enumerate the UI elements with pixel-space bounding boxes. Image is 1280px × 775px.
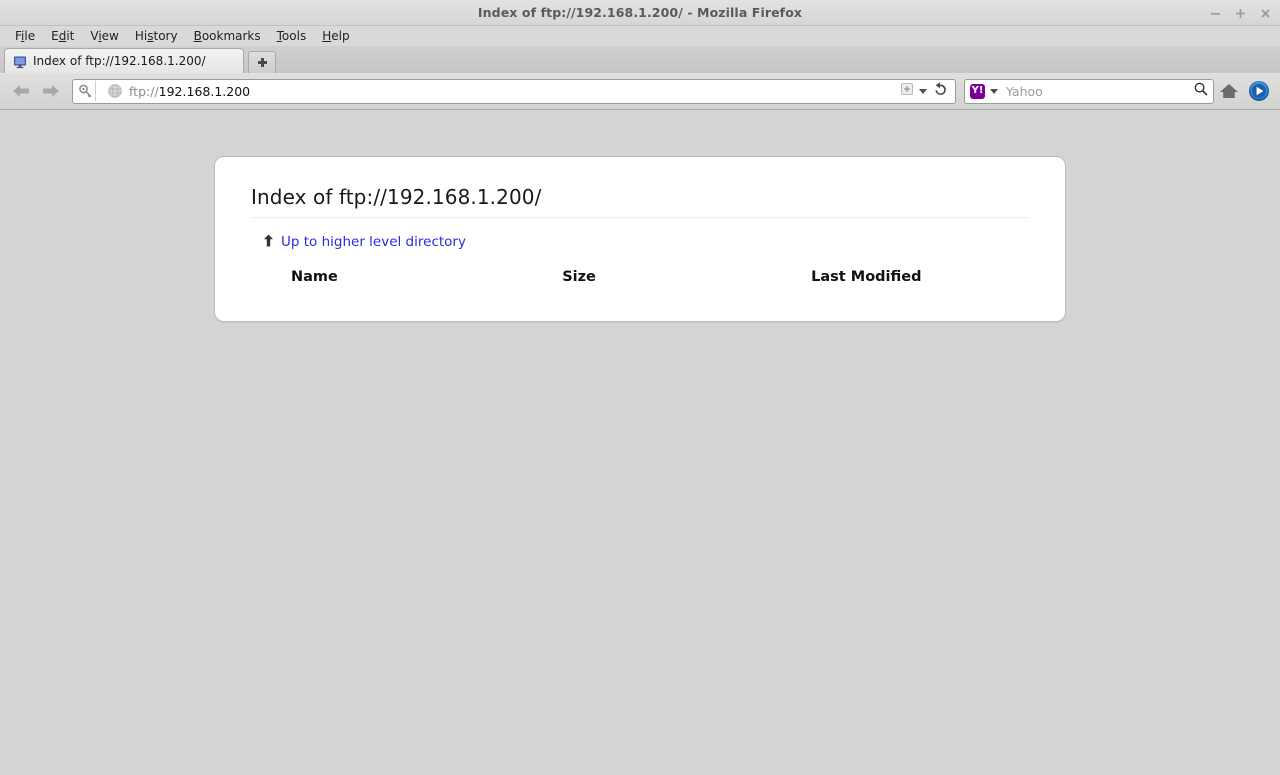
forward-arrow-icon: [43, 85, 59, 97]
magnifier-icon[interactable]: [1193, 81, 1209, 101]
new-tab-button[interactable]: [248, 51, 276, 73]
go-button[interactable]: [1244, 77, 1274, 105]
menu-label-help: Help: [322, 29, 350, 43]
menu-item-file[interactable]: File: [7, 27, 43, 45]
up-to-higher-level-directory-link[interactable]: Up to higher level directory: [281, 234, 466, 250]
page-viewport: Index of ftp://192.168.1.200/ Up to high…: [0, 110, 1280, 775]
plus-icon: [257, 58, 267, 67]
directory-listing-card: Index of ftp://192.168.1.200/ Up to high…: [214, 156, 1066, 322]
close-button[interactable]: [1259, 7, 1272, 20]
menu-item-history[interactable]: History: [127, 27, 186, 45]
url-bar[interactable]: ftp://192.168.1.200: [72, 78, 956, 104]
tab-label: Index of ftp://192.168.1.200/: [33, 54, 206, 68]
identity-chevron-icon: [96, 80, 103, 102]
tab-bar: Index of ftp://192.168.1.200/: [0, 47, 1280, 73]
menu-label-edit: Edit: [51, 29, 75, 43]
column-header-size[interactable]: Size: [562, 267, 811, 287]
menu-label-file: File: [15, 29, 36, 43]
navigation-toolbar: ftp://192.168.1.200 Y! Yahoo: [0, 73, 1280, 110]
back-arrow-icon: [13, 85, 29, 97]
menu-item-bookmarks[interactable]: Bookmarks: [186, 27, 269, 45]
menu-label-bookmarks: Bookmarks: [193, 29, 261, 43]
window-title: Index of ftp://192.168.1.200/ - Mozilla …: [477, 5, 803, 20]
forward-button[interactable]: [36, 77, 66, 105]
menu-item-tools[interactable]: Tools: [269, 27, 315, 45]
url-text: ftp://192.168.1.200: [129, 84, 899, 99]
identity-box[interactable]: [73, 80, 105, 103]
page-title: Index of ftp://192.168.1.200/: [251, 185, 1029, 218]
directory-table: Name Size Last Modified: [251, 267, 1029, 287]
search-input[interactable]: Yahoo: [1006, 84, 1193, 99]
chevron-down-icon[interactable]: [919, 88, 927, 94]
tab-index-of-ftp[interactable]: Index of ftp://192.168.1.200/: [4, 48, 244, 73]
window-titlebar: Index of ftp://192.168.1.200/ - Mozilla …: [0, 0, 1280, 26]
table-header-row: Name Size Last Modified: [251, 267, 1029, 287]
url-scheme: ftp://: [129, 83, 159, 99]
menu-bar: File Edit View History Bookmarks Tools H…: [0, 26, 1280, 47]
home-icon: [1220, 84, 1238, 98]
minimize-button[interactable]: [1209, 7, 1222, 20]
window-controls: [1209, 0, 1272, 26]
column-header-last-modified[interactable]: Last Modified: [811, 267, 1029, 287]
url-host: 192.168.1.200: [158, 83, 251, 99]
column-header-name[interactable]: Name: [251, 267, 562, 287]
up-arrow-icon: [263, 232, 274, 251]
menu-item-edit[interactable]: Edit: [43, 27, 82, 45]
menu-item-help[interactable]: Help: [314, 27, 357, 45]
maximize-button[interactable]: [1234, 7, 1247, 20]
menu-label-tools: Tools: [276, 29, 307, 43]
home-button[interactable]: [1214, 77, 1244, 105]
menu-label-view: View: [90, 29, 119, 43]
back-button[interactable]: [6, 77, 36, 105]
globe-icon: [107, 83, 123, 99]
menu-item-view[interactable]: View: [82, 27, 127, 45]
monitor-icon: [13, 54, 27, 69]
menu-label-history: History: [134, 29, 178, 43]
go-play-icon: [1249, 81, 1269, 101]
subscribe-icon[interactable]: [899, 81, 915, 101]
url-bar-actions: [899, 81, 953, 101]
search-engine-chevron-down-icon[interactable]: [990, 88, 998, 94]
key-icon: [79, 84, 92, 97]
up-directory-row: Up to higher level directory: [251, 232, 1029, 251]
reload-icon[interactable]: [931, 81, 949, 101]
directory-table-head: Name Size Last Modified: [251, 267, 1029, 287]
search-bar[interactable]: Y! Yahoo: [964, 78, 1214, 104]
yahoo-engine-icon[interactable]: Y!: [970, 83, 985, 99]
